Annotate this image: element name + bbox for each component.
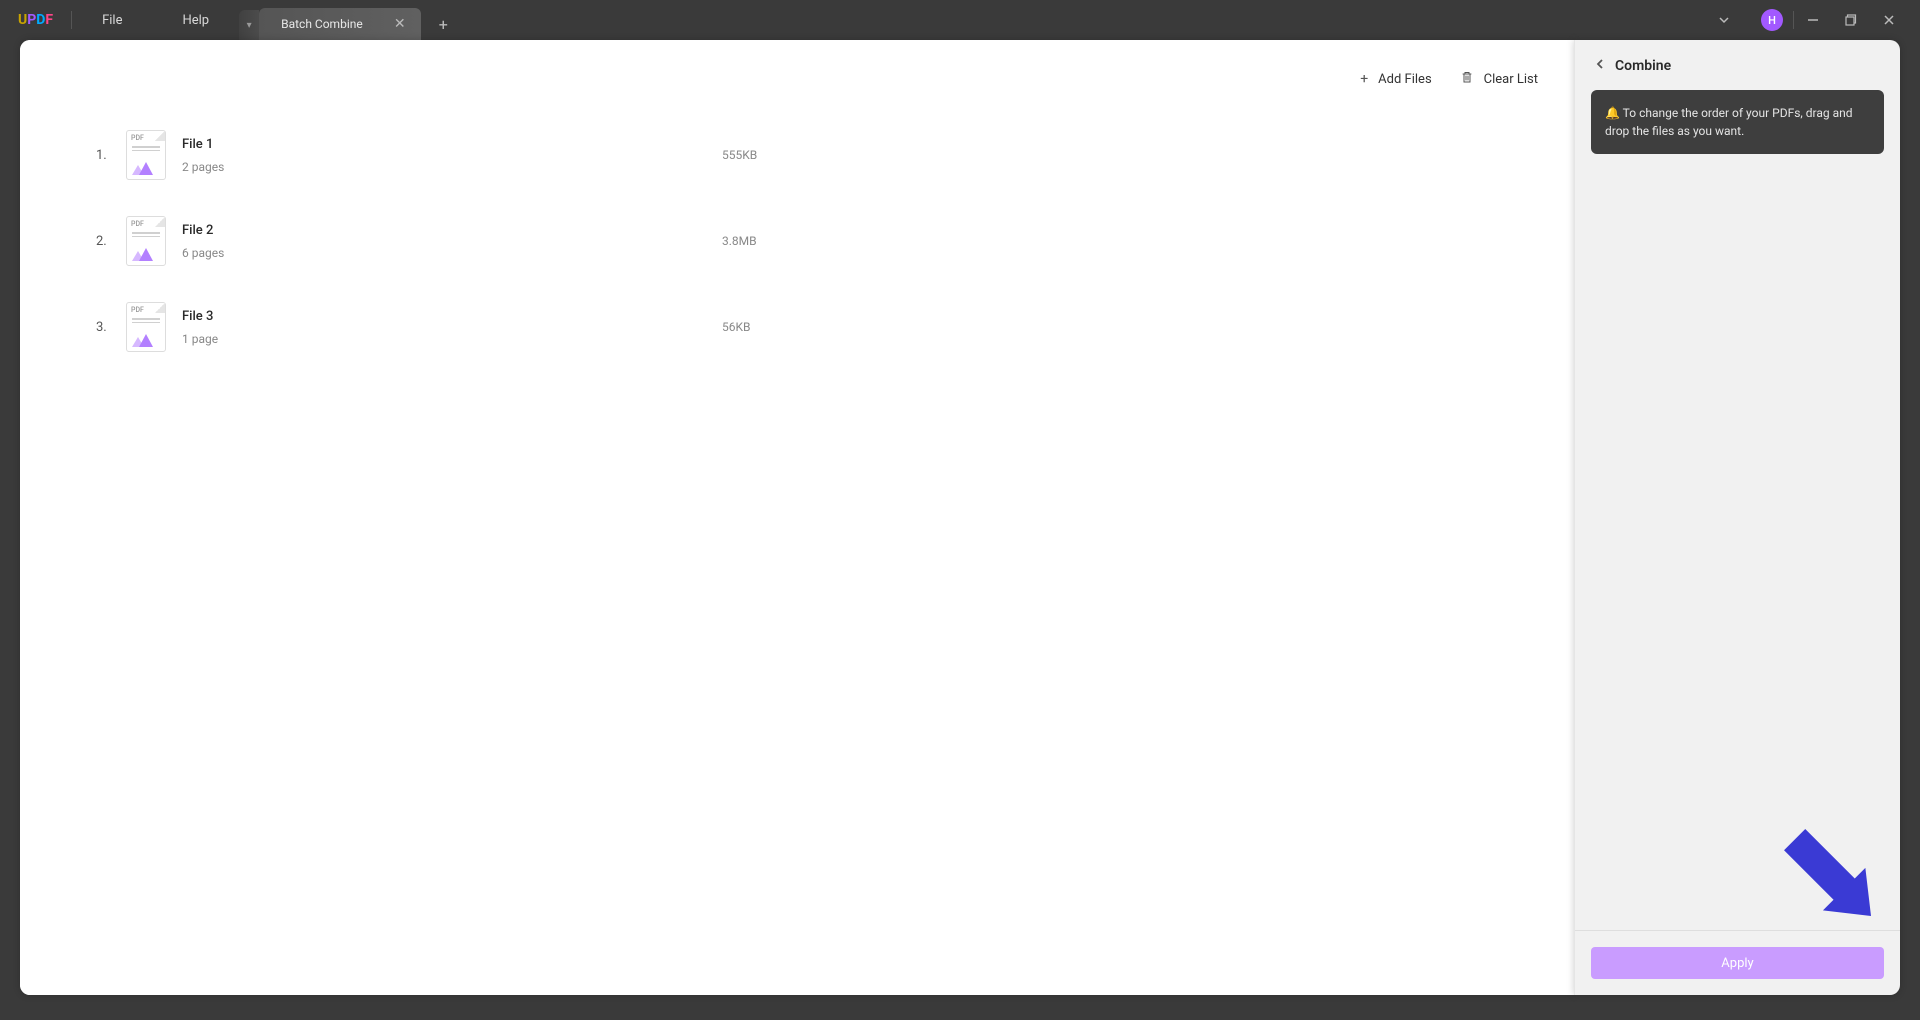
file-index: 3. (96, 320, 116, 335)
annotation-arrow-icon (1763, 808, 1897, 942)
trash-icon (1460, 70, 1474, 88)
avatar[interactable]: H (1761, 9, 1783, 31)
titlebar-right: H (1705, 0, 1908, 40)
file-size: 56KB (722, 320, 751, 334)
list-item[interactable]: 2. File 2 6 pages 3.8MB (96, 198, 1538, 284)
file-meta: File 1 2 pages (182, 137, 722, 174)
logo-text: UPDF (18, 12, 53, 28)
file-pages: 6 pages (182, 246, 722, 260)
side-footer: Apply (1575, 930, 1900, 995)
file-name: File 2 (182, 223, 722, 238)
file-meta: File 2 6 pages (182, 223, 722, 260)
file-pages: 1 page (182, 332, 722, 346)
tip-box: 🔔 To change the order of your PDFs, drag… (1591, 90, 1884, 154)
main-wrapper: + Add Files Clear List 1. File 1 2 pag (0, 40, 1920, 1020)
list-item[interactable]: 3. File 3 1 page 56KB (96, 284, 1538, 370)
file-size: 555KB (722, 148, 757, 162)
tip-text: 🔔 To change the order of your PDFs, drag… (1605, 106, 1853, 138)
logo[interactable]: UPDF (0, 12, 71, 28)
file-panel: + Add Files Clear List 1. File 1 2 pag (20, 40, 1574, 995)
tab-batch-combine[interactable]: Batch Combine ✕ (259, 8, 421, 40)
maximize-icon[interactable] (1832, 0, 1870, 40)
clear-list-button[interactable]: Clear List (1460, 70, 1538, 88)
file-panel-inner: + Add Files Clear List 1. File 1 2 pag (60, 62, 1574, 995)
chevron-left-icon[interactable] (1595, 58, 1605, 74)
clear-list-label: Clear List (1484, 72, 1538, 87)
side-panel: Combine 🔔 To change the order of your PD… (1574, 40, 1900, 995)
menu-file[interactable]: File (72, 0, 152, 40)
chevron-down-icon[interactable] (1705, 0, 1743, 40)
tab-area: ▾ Batch Combine ✕ + (239, 0, 466, 40)
titlebar-left: UPDF File Help ▾ Batch Combine ✕ + (0, 0, 466, 40)
file-pages: 2 pages (182, 160, 722, 174)
add-files-button[interactable]: + Add Files (1360, 70, 1431, 88)
file-toolbar: + Add Files Clear List (60, 62, 1574, 106)
side-header: Combine (1575, 40, 1900, 90)
file-index: 1. (96, 148, 116, 163)
list-item[interactable]: 1. File 1 2 pages 555KB (96, 112, 1538, 198)
minimize-icon[interactable] (1794, 0, 1832, 40)
apply-button[interactable]: Apply (1591, 947, 1884, 979)
workspace: + Add Files Clear List 1. File 1 2 pag (20, 40, 1574, 995)
add-tab-icon[interactable]: + (421, 8, 466, 40)
file-list: 1. File 1 2 pages 555KB 2. File 2 6 page… (60, 106, 1574, 370)
side-spacer (1575, 154, 1900, 930)
tab-title: Batch Combine (281, 17, 363, 31)
side-title: Combine (1615, 58, 1671, 74)
titlebar: UPDF File Help ▾ Batch Combine ✕ + H (0, 0, 1920, 40)
pdf-thumb-icon (126, 216, 166, 266)
add-files-label: Add Files (1378, 72, 1431, 87)
pdf-thumb-icon (126, 302, 166, 352)
tab-handle-icon[interactable]: ▾ (239, 10, 259, 40)
window-close-icon[interactable] (1870, 0, 1908, 40)
file-meta: File 3 1 page (182, 309, 722, 346)
file-size: 3.8MB (722, 234, 757, 248)
close-icon[interactable]: ✕ (391, 16, 409, 32)
file-name: File 1 (182, 137, 722, 152)
plus-icon: + (1360, 71, 1368, 87)
pdf-thumb-icon (126, 130, 166, 180)
menu-help[interactable]: Help (152, 0, 239, 40)
file-index: 2. (96, 234, 116, 249)
file-name: File 3 (182, 309, 722, 324)
